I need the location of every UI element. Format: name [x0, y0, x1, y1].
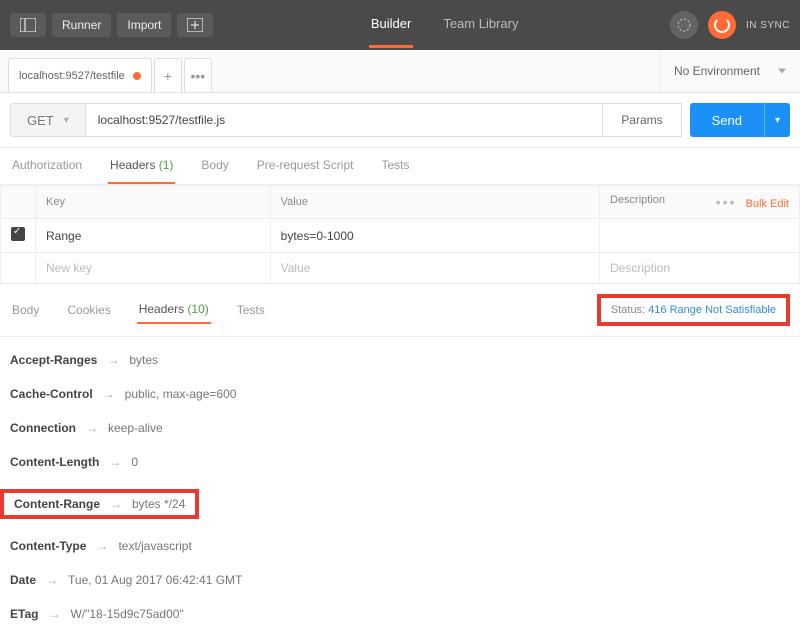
- header-value-input[interactable]: Value: [270, 253, 599, 284]
- sidebar-toggle-button[interactable]: [10, 13, 46, 37]
- response-header-row: Content-Length → 0: [10, 455, 790, 469]
- response-header-key: Content-Range: [14, 497, 100, 511]
- params-button[interactable]: Params: [603, 103, 681, 137]
- tab-team-library[interactable]: Team Library: [441, 2, 520, 48]
- sync-status-label: IN SYNC: [746, 20, 790, 31]
- response-header-key: Connection: [10, 421, 76, 435]
- header-key-cell[interactable]: Range: [36, 219, 271, 253]
- header-options-button[interactable]: •••: [716, 194, 737, 210]
- arrow-right-icon: →: [107, 353, 119, 367]
- new-tab-button[interactable]: [177, 13, 213, 37]
- header-value-cell[interactable]: bytes=0-1000: [270, 219, 599, 253]
- response-header-value: bytes: [129, 353, 158, 367]
- response-header-key: Content-Type: [10, 539, 86, 553]
- tab-options-button[interactable]: •••: [184, 58, 212, 92]
- arrow-right-icon: →: [86, 421, 98, 435]
- method-label: GET: [27, 113, 54, 128]
- header-desc-input[interactable]: Description: [600, 253, 800, 284]
- arrow-right-icon: →: [46, 573, 58, 587]
- tab-prerequest[interactable]: Pre-request Script: [255, 148, 356, 184]
- response-header-row: Cache-Control → public, max-age=600: [10, 387, 790, 401]
- tab-authorization[interactable]: Authorization: [10, 148, 84, 184]
- tab-body[interactable]: Body: [199, 148, 230, 184]
- response-header-value: Tue, 01 Aug 2017 06:42:41 GMT: [68, 573, 242, 587]
- th-description: Description: [610, 194, 665, 206]
- checkbox-checked-icon[interactable]: [11, 227, 25, 241]
- import-button[interactable]: Import: [117, 13, 171, 37]
- table-row: New key Value Description: [1, 253, 800, 284]
- url-input[interactable]: [86, 103, 604, 137]
- res-tab-headers-label: Headers: [139, 302, 184, 316]
- capture-icon[interactable]: [670, 11, 698, 39]
- environment-select[interactable]: No Environment: [659, 50, 800, 92]
- res-tab-cookies[interactable]: Cookies: [65, 297, 112, 323]
- add-tab-button[interactable]: +: [154, 58, 182, 92]
- arrow-right-icon: →: [103, 387, 115, 401]
- sync-icon[interactable]: [708, 11, 736, 39]
- th-value: Value: [270, 186, 599, 219]
- chevron-down-icon: ▾: [64, 115, 69, 126]
- request-tab-title: localhost:9527/testfile: [19, 70, 125, 82]
- th-key: Key: [36, 186, 271, 219]
- runner-button[interactable]: Runner: [52, 13, 111, 37]
- status-badge: Status: 416 Range Not Satisfiable: [597, 294, 790, 326]
- response-header-key: Content-Length: [10, 455, 99, 469]
- tab-headers-count: (1): [159, 158, 174, 172]
- res-tab-body[interactable]: Body: [10, 297, 41, 323]
- unsaved-dot-icon: [133, 72, 141, 80]
- response-header-value: keep-alive: [108, 421, 163, 435]
- tab-tests[interactable]: Tests: [379, 148, 411, 184]
- res-tab-tests[interactable]: Tests: [235, 297, 267, 323]
- request-tab[interactable]: localhost:9527/testfile: [8, 58, 152, 92]
- response-header-key: Accept-Ranges: [10, 353, 97, 367]
- response-header-key: Date: [10, 573, 36, 587]
- arrow-right-icon: →: [109, 455, 121, 469]
- response-header-row: Accept-Ranges → bytes: [10, 353, 790, 367]
- tab-headers[interactable]: Headers (1): [108, 148, 175, 184]
- table-row: Range bytes=0-1000: [1, 219, 800, 253]
- response-header-value: bytes */24: [132, 497, 185, 511]
- tab-headers-label: Headers: [110, 158, 155, 172]
- response-header-row: Content-Type → text/javascript: [10, 539, 790, 553]
- response-header-value: 0: [131, 455, 138, 469]
- response-header-value: text/javascript: [118, 539, 191, 553]
- method-select[interactable]: GET ▾: [10, 103, 86, 137]
- arrow-right-icon: →: [110, 497, 122, 511]
- arrow-right-icon: →: [96, 539, 108, 553]
- response-header-row: Connection → keep-alive: [10, 421, 790, 435]
- send-options-button[interactable]: ▾: [764, 103, 790, 137]
- response-header-value: public, max-age=600: [125, 387, 237, 401]
- status-value: 416 Range Not Satisfiable: [648, 304, 776, 316]
- response-header-row: Date → Tue, 01 Aug 2017 06:42:41 GMT: [10, 573, 790, 587]
- header-key-input[interactable]: New key: [36, 253, 271, 284]
- res-tab-headers[interactable]: Headers (10): [137, 296, 211, 324]
- response-header-key: Cache-Control: [10, 387, 93, 401]
- tab-builder[interactable]: Builder: [369, 2, 413, 48]
- response-header-row: Content-Range → bytes */24: [10, 489, 790, 519]
- status-label: Status:: [611, 304, 645, 316]
- send-button[interactable]: Send: [690, 103, 764, 137]
- bulk-edit-button[interactable]: Bulk Edit: [746, 198, 789, 210]
- res-tab-headers-count: (10): [187, 302, 208, 316]
